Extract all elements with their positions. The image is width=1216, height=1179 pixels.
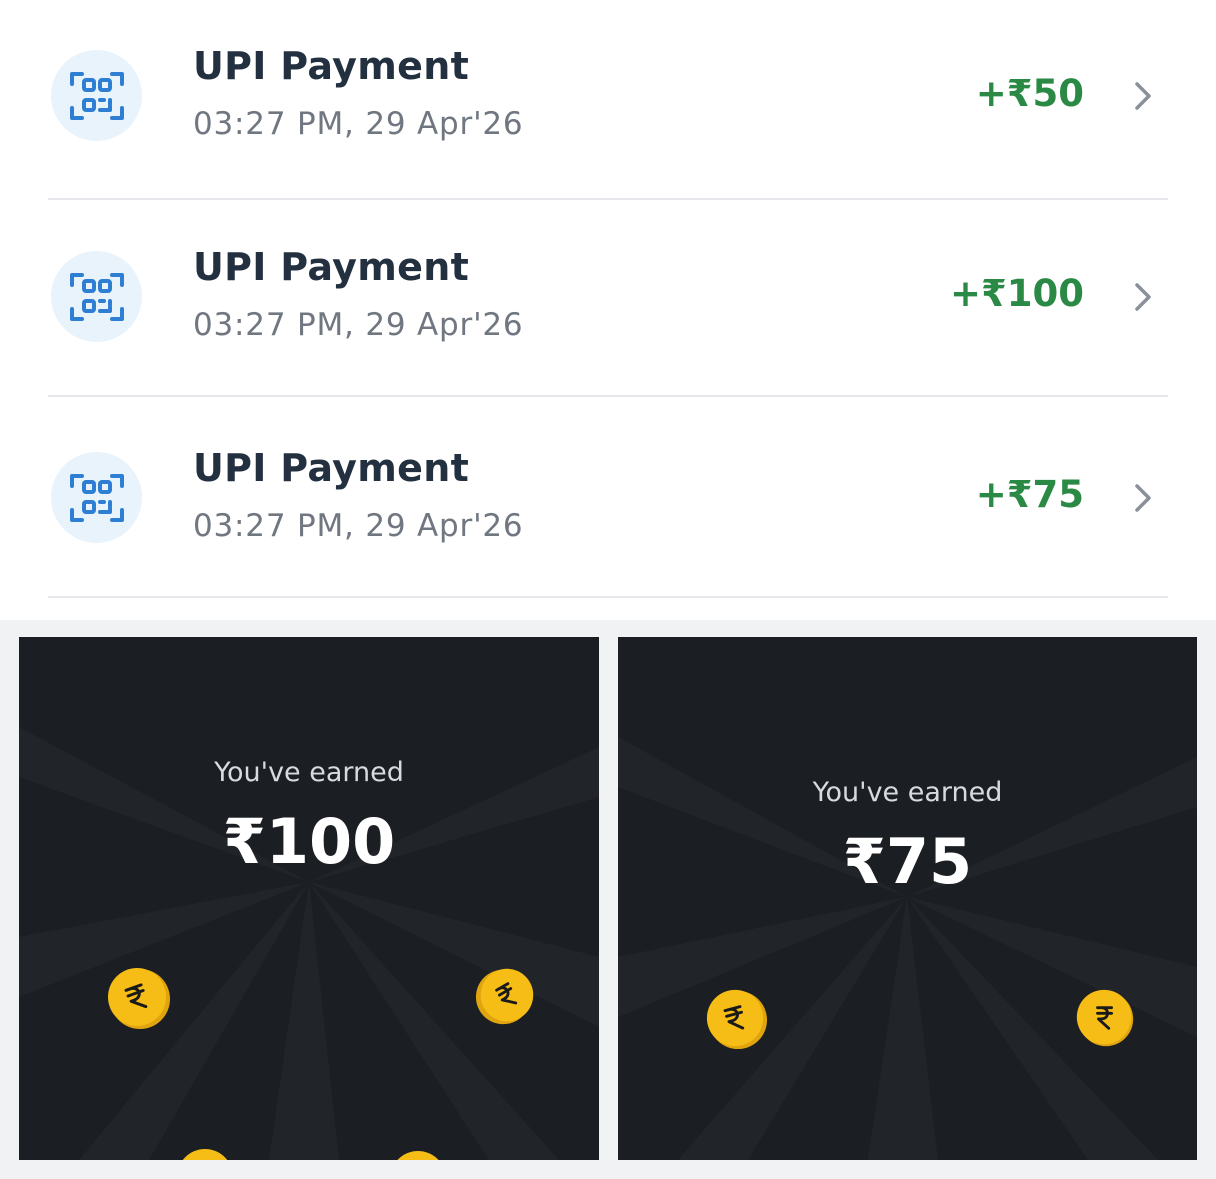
row-divider	[48, 596, 1168, 598]
chevron-right-icon[interactable]	[1130, 480, 1156, 516]
reward-card: You've earned ₹100	[19, 637, 599, 1160]
earned-label: You've earned	[214, 757, 404, 788]
transaction-amount: +₹75	[975, 473, 1084, 516]
rupee-coin-icon	[706, 989, 768, 1050]
transaction-title: UPI Payment	[193, 245, 470, 289]
transaction-row[interactable]: UPI Payment 03:27 PM, 29 Apr'26 +₹75	[48, 398, 1168, 598]
qr-scan-icon	[70, 72, 124, 120]
transaction-datetime: 03:27 PM, 29 Apr'26	[193, 508, 524, 544]
transaction-datetime: 03:27 PM, 29 Apr'26	[193, 307, 524, 343]
rupee-coin-icon	[182, 1149, 228, 1160]
upi-icon-badge	[51, 251, 142, 342]
transaction-row[interactable]: UPI Payment 03:27 PM, 29 Apr'26 +₹50	[48, 0, 1168, 200]
rupee-coin-icon	[397, 1151, 439, 1160]
qr-scan-icon	[70, 273, 124, 321]
transaction-title: UPI Payment	[193, 446, 470, 490]
row-divider	[48, 395, 1168, 397]
transaction-title: UPI Payment	[193, 44, 470, 88]
earned-label: You've earned	[812, 777, 1003, 808]
rupee-coin-icon	[108, 968, 170, 1029]
sunburst-background	[19, 727, 599, 1160]
chevron-right-icon[interactable]	[1130, 78, 1156, 114]
earned-amount: ₹100	[222, 805, 396, 878]
qr-scan-icon	[70, 474, 124, 522]
transaction-row[interactable]: UPI Payment 03:27 PM, 29 Apr'26 +₹100	[48, 197, 1168, 397]
rupee-coin-icon	[1076, 989, 1134, 1047]
transaction-amount: +₹100	[950, 272, 1084, 315]
transaction-list: UPI Payment 03:27 PM, 29 Apr'26 +₹50 UPI…	[0, 0, 1216, 620]
chevron-right-icon[interactable]	[1130, 279, 1156, 315]
transaction-amount: +₹50	[975, 72, 1084, 115]
upi-icon-badge	[51, 50, 142, 141]
rupee-coin-icon	[475, 968, 534, 1025]
sunburst-background	[618, 737, 1197, 1160]
reward-card: You've earned ₹75	[618, 637, 1197, 1160]
earned-amount: ₹75	[842, 825, 973, 898]
upi-icon-badge	[51, 452, 142, 543]
transaction-datetime: 03:27 PM, 29 Apr'26	[193, 106, 524, 142]
